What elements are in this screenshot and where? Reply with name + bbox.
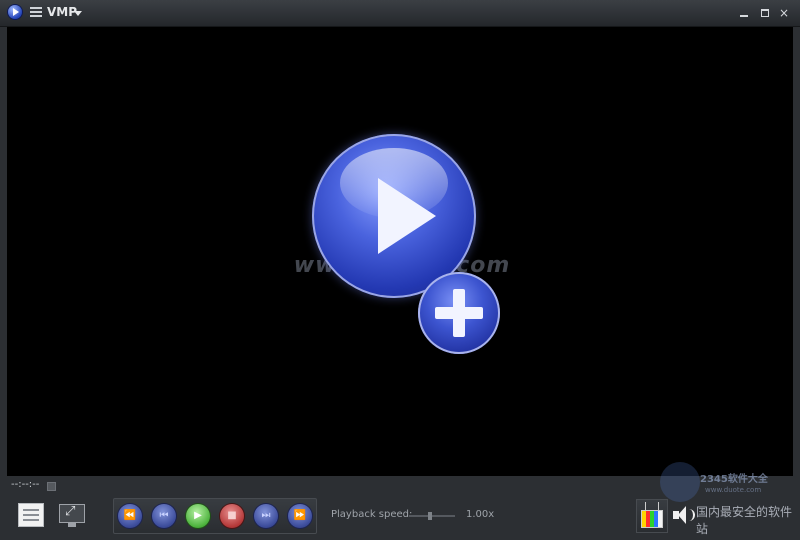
time-display: --:--:-- [11, 479, 40, 490]
site-slogan: 国内最安全的软件站 [696, 505, 793, 536]
rewind-button[interactable]: ⏪ [118, 504, 142, 528]
play-icon [378, 178, 436, 254]
speed-slider[interactable] [409, 515, 455, 517]
fullscreen-icon [59, 504, 85, 523]
speed-slider-handle[interactable] [428, 512, 432, 520]
next-button[interactable]: ⏭ [254, 504, 278, 528]
fullscreen-button[interactable] [54, 499, 90, 531]
chevron-down-icon[interactable] [74, 11, 82, 16]
tv-icon [641, 510, 663, 528]
minimize-button[interactable] [737, 6, 751, 20]
play-button[interactable]: ▶ [186, 504, 210, 528]
monitor-stand [68, 523, 76, 527]
title-bar: VMP × [0, 0, 800, 27]
hamburger-menu-icon[interactable] [30, 7, 42, 18]
fast-forward-button[interactable]: ⏩ [288, 504, 312, 528]
seek-handle[interactable] [47, 482, 56, 491]
close-button[interactable]: × [777, 6, 791, 20]
playback-speed-value: 1.00x [466, 509, 495, 520]
previous-button[interactable]: ⏮ [152, 504, 176, 528]
add-file-icon[interactable] [418, 272, 500, 354]
playlist-icon [18, 503, 44, 527]
site-logo-icon [660, 462, 700, 502]
vmp-logo-icon [8, 5, 22, 19]
tv-antenna [645, 502, 659, 510]
site-url: www.duote.com [705, 486, 762, 494]
playback-speed-label: Playback speed: [331, 509, 413, 520]
transport-controls: ⏪ ⏮ ▶ ■ ⏭ ⏩ [113, 498, 317, 534]
volume-icon[interactable] [673, 505, 695, 525]
playlist-button[interactable] [12, 499, 48, 531]
maximize-button[interactable] [758, 6, 772, 20]
site-name: 2345软件大全 [700, 474, 768, 485]
tv-button[interactable] [636, 499, 668, 533]
app-title[interactable]: VMP [47, 5, 77, 19]
stop-button[interactable]: ■ [220, 504, 244, 528]
